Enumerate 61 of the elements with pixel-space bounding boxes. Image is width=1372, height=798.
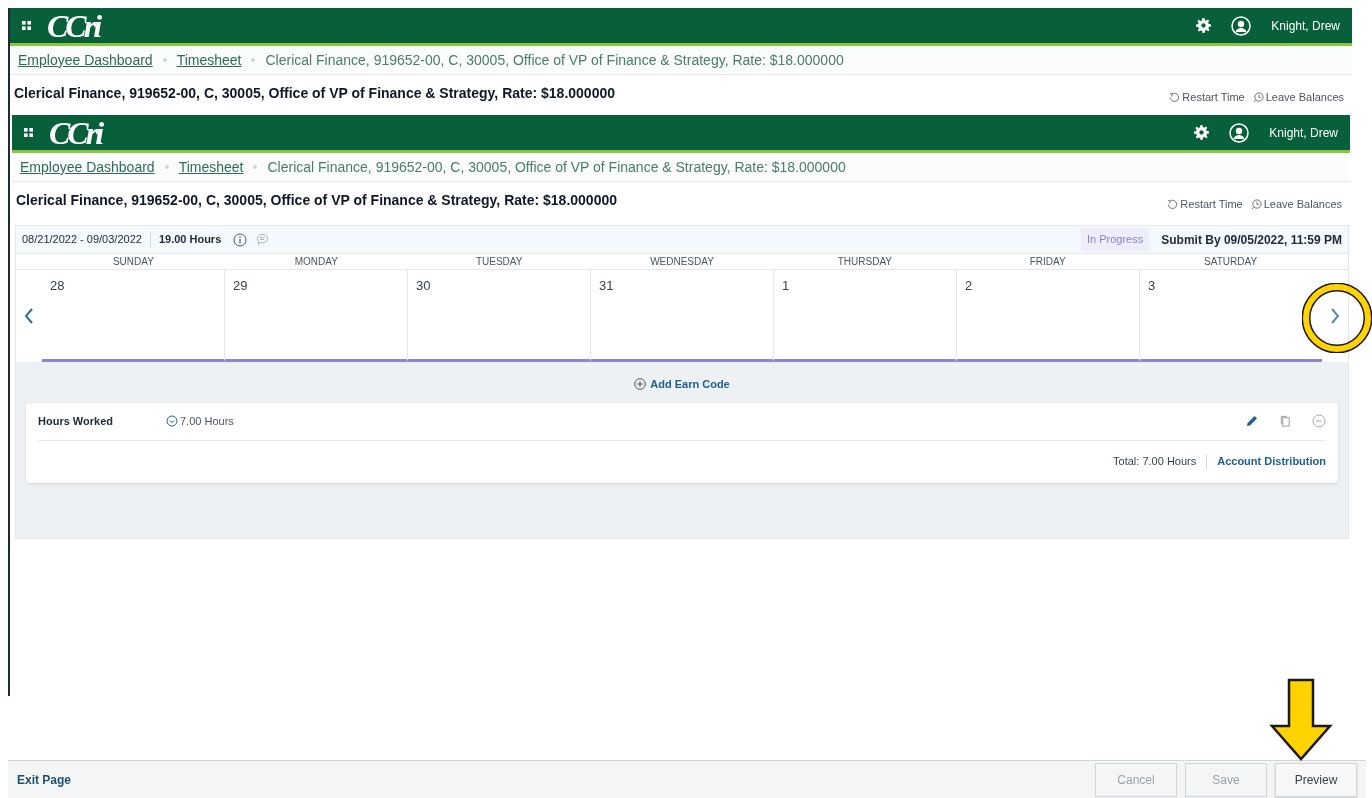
user-icon[interactable] — [1229, 122, 1250, 143]
earn-code-total: Total: 7.00 Hours — [1113, 454, 1197, 470]
weekday-label: THURSDAY — [836, 255, 893, 269]
day-cell[interactable]: 28 — [42, 270, 224, 362]
pay-period: 08/21/2022 - 09/03/2022 — [22, 232, 142, 248]
day-cell[interactable]: 30 — [407, 270, 590, 362]
earn-code-name: Hours Worked — [38, 413, 114, 429]
day-cell[interactable]: 29 — [224, 270, 407, 362]
clock-icon — [1252, 91, 1264, 103]
page-title: Clerical Finance, 919652-00, C, 30005, Office of VP of Finance & Strategy, Rate: $18.000000 — [14, 83, 615, 103]
next-week-button[interactable] — [1330, 308, 1340, 324]
breadcrumb-link[interactable]: Employee Dashboard — [20, 156, 155, 178]
weekday-label: SUNDAY — [111, 255, 155, 269]
menu-icon[interactable] — [24, 128, 33, 137]
day-cell[interactable]: 1 — [773, 270, 956, 362]
chevron-icon — [166, 415, 178, 427]
edit-icon[interactable] — [1245, 414, 1259, 428]
breadcrumb-separator — [251, 58, 256, 62]
breadcrumb-separator — [162, 58, 167, 62]
clock-icon — [1250, 198, 1262, 210]
page-title: Clerical Finance, 919652-00, C, 30005, Office of VP of Finance & Strategy, Rate: $18.000000 — [16, 190, 617, 210]
weekday-label: FRIDAY — [1028, 255, 1067, 269]
breadcrumb-separator — [253, 165, 258, 169]
breadcrumb-link[interactable]: Timesheet — [178, 156, 244, 178]
weekday-label: WEDNESDAY — [649, 255, 715, 269]
logo[interactable]: CCri — [49, 116, 102, 149]
weekday-label: MONDAY — [293, 255, 339, 269]
settings-icon[interactable] — [1196, 18, 1212, 33]
total-hours: 19.00 Hours — [158, 232, 222, 248]
user-name[interactable]: Knight, Drew — [1271, 16, 1340, 35]
add-icon — [634, 378, 647, 391]
day-cell[interactable]: 31 — [590, 270, 773, 362]
breadcrumb-current: Clerical Finance, 919652-00, C, 30005, Office of VP of Finance & Strategy, Rate: $18.000000 — [267, 157, 846, 177]
footer-button[interactable]: Preview — [1275, 762, 1357, 797]
user-icon[interactable] — [1231, 15, 1252, 36]
user-name[interactable]: Knight, Drew — [1269, 123, 1338, 142]
earn-code-hours: 7.00 Hours — [166, 412, 234, 430]
restart-time-link[interactable]: Restart Time — [1167, 195, 1243, 213]
weekday-label: SATURDAY — [1203, 255, 1259, 269]
breadcrumb-link[interactable]: Employee Dashboard — [18, 49, 153, 71]
info-icon[interactable] — [233, 232, 248, 247]
breadcrumb-separator — [164, 165, 169, 169]
leave-balances-link[interactable]: Leave Balances — [1250, 195, 1342, 213]
day-cell[interactable]: 3 — [1139, 270, 1322, 362]
weekday-label: TUESDAY — [474, 255, 524, 269]
exit-page-link[interactable]: Exit Page — [17, 770, 72, 789]
breadcrumb-current: Clerical Finance, 919652-00, C, 30005, Office of VP of Finance & Strategy, Rate: $18.000000 — [265, 50, 844, 70]
status-badge: In Progress — [1081, 228, 1150, 251]
restart-icon — [1167, 198, 1179, 210]
previous-week-button[interactable] — [24, 308, 34, 324]
breadcrumb-link[interactable]: Timesheet — [176, 49, 242, 71]
restart-time-link[interactable]: Restart Time — [1169, 88, 1245, 106]
account-distribution-link[interactable]: Account Distribution — [1217, 453, 1326, 470]
add-earn-code-button[interactable]: Add Earn Code — [634, 376, 730, 393]
leave-balances-link[interactable]: Leave Balances — [1252, 88, 1344, 106]
settings-icon[interactable] — [1194, 125, 1210, 140]
submit-deadline: Submit By 09/05/2022, 11:59 PM — [1161, 231, 1342, 249]
menu-icon[interactable] — [22, 21, 31, 30]
restart-icon — [1169, 91, 1181, 103]
logo[interactable]: CCri — [47, 9, 100, 42]
day-cell[interactable]: 2 — [956, 270, 1139, 362]
